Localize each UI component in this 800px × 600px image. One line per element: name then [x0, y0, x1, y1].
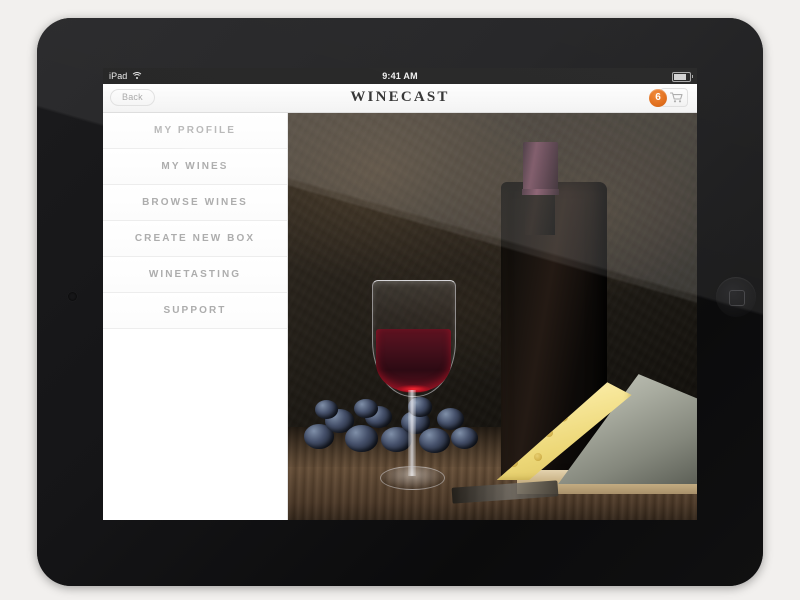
nav-bar: Back WINECAST 6	[103, 84, 697, 113]
battery-fill	[674, 74, 686, 80]
photo-wine-glass-bowl	[371, 280, 456, 397]
sidebar-menu: MY PROFILE MY WINES BROWSE WINES CREATE …	[103, 113, 288, 520]
status-bar: iPad 9:41 AM	[103, 68, 697, 84]
sidebar-item-create-new-box[interactable]: CREATE NEW BOX	[103, 221, 287, 257]
ipad-device: iPad 9:41 AM Back WINECAST 6 MY PROFILE …	[37, 18, 763, 586]
hero-photo	[288, 113, 697, 520]
photo-bottle-capsule-lip	[521, 188, 559, 196]
sidebar-item-browse-wines[interactable]: BROWSE WINES	[103, 185, 287, 221]
cart-badge: 6	[649, 88, 667, 107]
status-time: 9:41 AM	[382, 71, 418, 81]
photo-bottle-capsule	[522, 142, 558, 194]
home-square-icon	[729, 290, 745, 306]
cart-area[interactable]: 6	[649, 88, 688, 107]
sidebar-item-my-wines[interactable]: MY WINES	[103, 149, 287, 185]
page-background: iPad 9:41 AM Back WINECAST 6 MY PROFILE …	[0, 0, 800, 600]
ipad-screen: iPad 9:41 AM Back WINECAST 6 MY PROFILE …	[103, 68, 697, 520]
sidebar-item-winetasting[interactable]: WINETASTING	[103, 257, 287, 293]
photo-red-wine	[376, 329, 452, 394]
photo-glass-stem	[408, 390, 416, 477]
battery-icon	[672, 72, 693, 82]
sidebar-item-support[interactable]: SUPPORT	[103, 293, 287, 329]
app-title: WINECAST	[350, 89, 450, 105]
photo-grapes	[300, 395, 480, 468]
screen-body: MY PROFILE MY WINES BROWSE WINES CREATE …	[103, 113, 697, 520]
front-camera	[68, 292, 77, 301]
shopping-cart-icon	[670, 92, 683, 103]
home-button[interactable]	[716, 277, 756, 317]
sidebar-item-my-profile[interactable]: MY PROFILE	[103, 113, 287, 149]
